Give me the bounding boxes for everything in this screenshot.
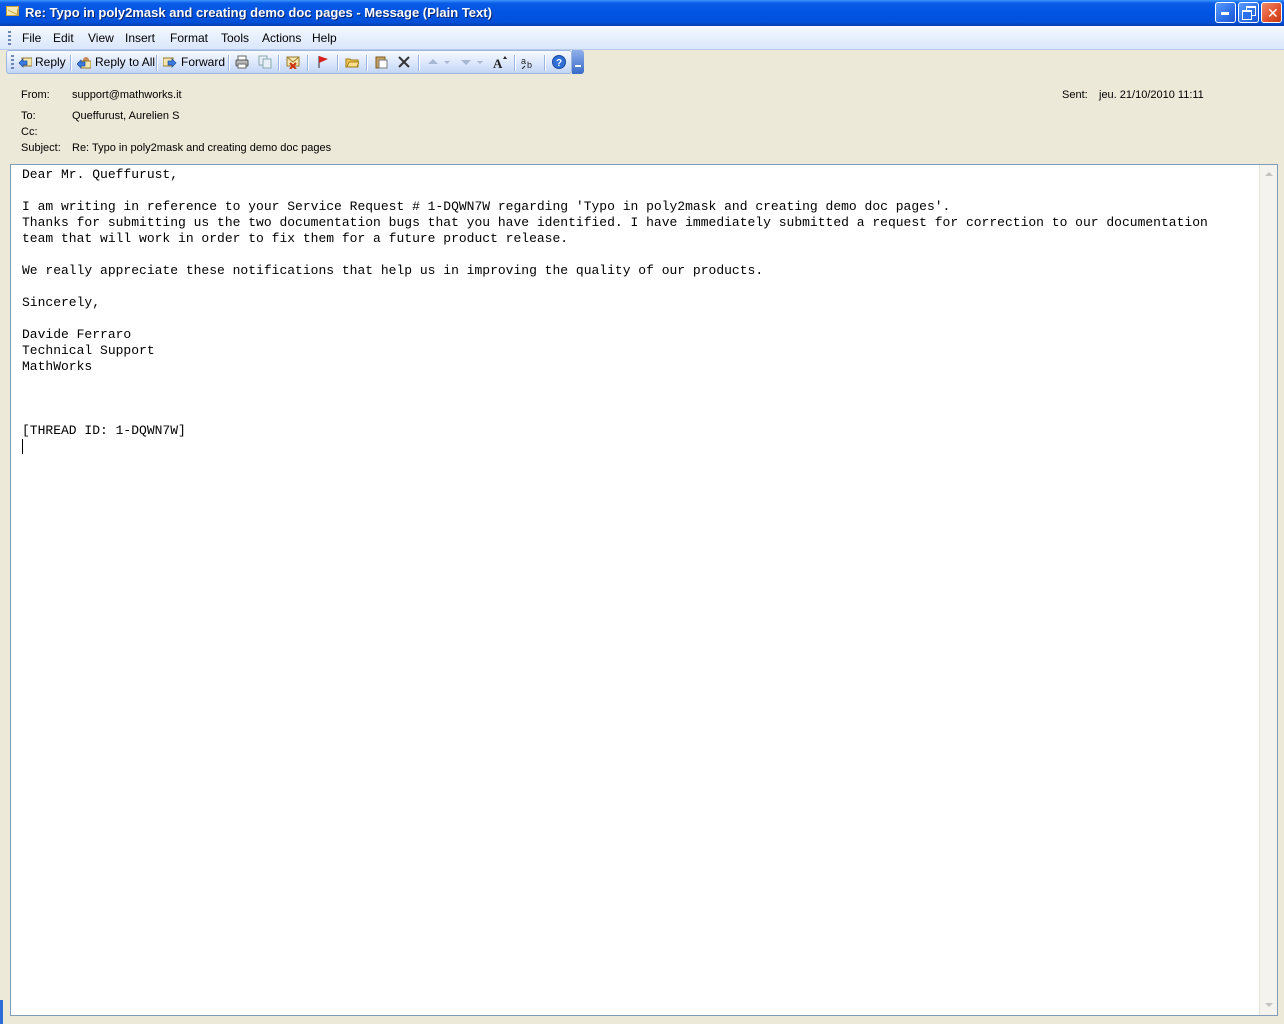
flag-icon[interactable] (316, 55, 330, 69)
delete-icon[interactable] (397, 55, 411, 69)
svg-text:A: A (493, 56, 503, 69)
close-icon: ✕ (1267, 5, 1279, 21)
subject-label: Subject: (21, 142, 61, 154)
previous-item-icon[interactable] (426, 55, 450, 69)
spelling-icon[interactable]: a b (521, 55, 535, 69)
svg-text:?: ? (556, 58, 562, 69)
sent-value: jeu. 21/10/2010 11:11 (1099, 89, 1204, 101)
menu-insert[interactable]: Insert (125, 31, 155, 45)
minimize-icon (1221, 12, 1229, 15)
help-icon[interactable]: ? (552, 55, 566, 69)
message-header: From: support@mathworks.it To: Queffurus… (0, 76, 1284, 162)
reply-all-button[interactable]: Reply to All (77, 54, 155, 71)
to-label: To: (21, 110, 36, 122)
toolbar-options-button[interactable] (572, 50, 584, 74)
menu-format[interactable]: Format (170, 31, 208, 45)
svg-text:a: a (521, 56, 526, 66)
menu-file[interactable]: File (22, 31, 41, 45)
copy-icon[interactable] (258, 55, 272, 69)
font-size-icon[interactable]: A (493, 55, 507, 69)
window-title: Re: Typo in poly2mask and creating demo … (25, 5, 492, 20)
forward-button[interactable]: Forward (163, 54, 225, 71)
message-body-area[interactable]: Dear Mr. Queffurust, I am writing in ref… (10, 164, 1278, 1016)
restore-button[interactable] (1238, 2, 1259, 23)
next-item-icon[interactable] (459, 55, 483, 69)
scroll-up-icon[interactable] (1261, 167, 1276, 182)
title-bar: Re: Typo in poly2mask and creating demo … (0, 0, 1284, 26)
open-folder-icon[interactable] (345, 55, 359, 69)
envelope-icon (6, 6, 19, 16)
menu-help[interactable]: Help (312, 31, 337, 45)
toolbar-grip[interactable] (11, 55, 14, 69)
paste-icon[interactable] (374, 55, 388, 69)
message-body[interactable]: Dear Mr. Queffurust, I am writing in ref… (22, 167, 1257, 439)
reply-all-icon (77, 57, 91, 69)
vertical-scrollbar[interactable] (1259, 165, 1277, 1015)
cc-label: Cc: (21, 126, 38, 138)
svg-text:b: b (527, 60, 532, 69)
reply-icon (18, 57, 32, 68)
menu-grip[interactable] (8, 31, 11, 45)
from-value[interactable]: support@mathworks.it (72, 89, 182, 101)
reply-button[interactable]: Reply (18, 54, 66, 71)
move-to-folder-icon[interactable] (286, 55, 300, 69)
to-value[interactable]: Queffurust, Aurelien S (72, 110, 179, 122)
menu-edit[interactable]: Edit (53, 31, 74, 45)
standard-toolbar: Reply Reply to All Forward A a b ? (6, 50, 572, 74)
print-icon[interactable] (235, 55, 249, 69)
text-caret (22, 439, 23, 454)
sent-label: Sent: (1062, 89, 1088, 101)
subject-value: Re: Typo in poly2mask and creating demo … (72, 142, 332, 154)
forward-icon (163, 57, 177, 68)
menu-bar: File Edit View Insert Format Tools Actio… (0, 26, 1284, 50)
scroll-down-icon[interactable] (1261, 998, 1276, 1013)
menu-actions[interactable]: Actions (262, 31, 301, 45)
from-label: From: (21, 89, 50, 101)
menu-view[interactable]: View (88, 31, 114, 45)
desktop-edge (0, 1000, 3, 1024)
close-button[interactable]: ✕ (1261, 2, 1282, 23)
menu-tools[interactable]: Tools (221, 31, 249, 45)
minimize-button[interactable] (1215, 2, 1236, 23)
